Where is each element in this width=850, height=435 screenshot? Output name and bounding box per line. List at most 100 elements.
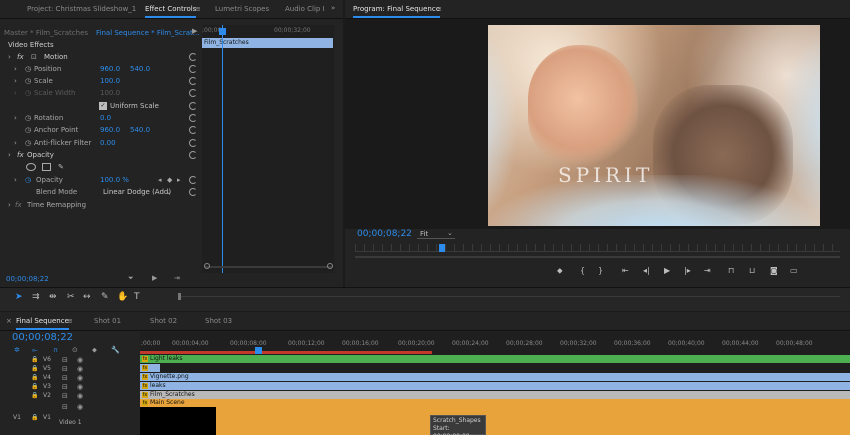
track-v5-label[interactable]: V5 [43, 365, 51, 372]
mark-out-icon[interactable]: } [598, 266, 603, 275]
sync-lock-icon[interactable]: ⊟ [62, 403, 68, 411]
snap-icon[interactable]: ∩ [53, 346, 58, 354]
reset-icon[interactable] [189, 126, 197, 134]
antiflicker-value[interactable]: 0.00 [100, 137, 116, 149]
rotation-row[interactable]: › ◷ Rotation 0.0 [0, 112, 200, 124]
lift-icon[interactable]: ⊓ [728, 266, 734, 275]
add-keyframe-icon[interactable]: ◆ [167, 174, 172, 186]
motion-row[interactable]: › fx ⊡ Motion [0, 51, 200, 63]
uniform-scale-checkbox[interactable]: ✓ [99, 102, 107, 110]
track-select-tool-icon[interactable]: ⇉ [32, 292, 40, 302]
monitor-scrollbar[interactable] [355, 256, 840, 258]
reset-icon[interactable] [189, 53, 197, 61]
insert-overwrite-icon[interactable]: ⟜ [32, 346, 38, 355]
go-to-out-icon[interactable]: ⇥ [704, 266, 711, 275]
position-y-value[interactable]: 540.0 [130, 63, 150, 75]
ec-scrollbar[interactable] [204, 266, 332, 268]
mini-playhead-handle[interactable] [219, 28, 226, 35]
selection-tool-icon[interactable]: ➤ [15, 292, 23, 302]
master-clip-label[interactable]: Master * Film_Scratches [4, 29, 88, 37]
program-timecode[interactable]: 00;00;08;22 [357, 229, 412, 239]
sequence-clip-label[interactable]: Final Sequence * Film_Scrat... [96, 29, 199, 37]
reset-icon[interactable] [189, 188, 197, 196]
reset-icon[interactable] [189, 77, 197, 85]
lock-icon[interactable]: 🔒 [31, 356, 38, 363]
video-frame[interactable]: SPIRIT [488, 25, 820, 226]
mark-in-icon[interactable]: { [580, 266, 585, 275]
lock-icon[interactable]: 🔒 [31, 365, 38, 372]
eye-icon[interactable]: ◉ [77, 374, 83, 382]
slip-tool-icon[interactable]: ↔ [83, 292, 91, 302]
reset-icon[interactable] [189, 176, 197, 184]
camera-icon[interactable]: ◙ [770, 266, 778, 275]
export-icon[interactable]: ⇥ [174, 274, 180, 282]
stopwatch-icon[interactable]: ◷ [25, 112, 31, 124]
opacity-row[interactable]: › ◷ Opacity 100.0 % ◂ ◆ ▸ [0, 174, 200, 186]
blend-mode-dropdown[interactable]: Linear Dodge (Add) [103, 186, 171, 198]
tools-scrubber[interactable] [180, 296, 840, 297]
razor-tool-icon[interactable]: ✂ [67, 292, 75, 302]
tab-effect-controls[interactable]: Effect Controls [145, 0, 197, 18]
next-keyframe-icon[interactable]: ▸ [177, 174, 181, 186]
reset-icon[interactable] [189, 114, 197, 122]
clip-v1-black[interactable] [140, 407, 216, 435]
blend-mode-row[interactable]: Blend Mode Linear Dodge (Add) ⌄ [0, 186, 200, 198]
opacity-value[interactable]: 100.0 % [100, 174, 129, 186]
timeline-playhead-handle[interactable] [255, 347, 262, 354]
chevron-down-icon[interactable]: ⌄ [447, 229, 453, 237]
position-row[interactable]: › ◷ Position 960.0 540.0 [0, 63, 200, 75]
scale-row[interactable]: › ◷ Scale 100.0 [0, 75, 200, 87]
mini-playhead[interactable] [222, 25, 223, 273]
clip-vignette[interactable]: fx Vignette.png [140, 373, 850, 381]
position-x-value[interactable]: 960.0 [100, 63, 120, 75]
rectangle-mask-icon[interactable] [42, 163, 51, 171]
clip-film-scratches[interactable]: fx Film_Scratches [140, 391, 850, 399]
monitor-playhead[interactable] [439, 244, 445, 252]
sync-lock-icon[interactable]: ⊟ [62, 392, 68, 400]
sync-lock-icon[interactable]: ⊟ [62, 365, 68, 373]
tab-audio-clip[interactable]: Audio Clip I [285, 0, 325, 18]
add-marker-icon[interactable]: ⬥ [557, 266, 563, 276]
clip-main-scene[interactable]: fx Main Scene [140, 399, 216, 407]
extract-icon[interactable]: ⊔ [749, 266, 755, 275]
pen-tool-icon[interactable]: ✎ [101, 292, 109, 302]
tab-shot-03[interactable]: Shot 03 [205, 312, 232, 330]
eye-icon[interactable]: ◉ [77, 403, 83, 411]
zoom-dropdown[interactable]: Fit ⌄ [417, 229, 455, 239]
type-tool-icon[interactable]: T [134, 292, 140, 302]
sync-lock-icon[interactable]: ⊟ [62, 356, 68, 364]
pen-mask-icon[interactable]: ✎ [58, 161, 64, 173]
tab-program[interactable]: Program: Final Sequence [353, 0, 441, 18]
eye-icon[interactable]: ◉ [77, 356, 83, 364]
stopwatch-icon[interactable]: ◷ [25, 63, 31, 75]
reset-icon[interactable] [189, 139, 197, 147]
scale-value[interactable]: 100.0 [100, 75, 120, 87]
stopwatch-active-icon[interactable]: ◷ [25, 174, 31, 186]
panel-menu-icon[interactable]: ≡ [436, 5, 442, 13]
tab-lumetri-scopes[interactable]: Lumetri Scopes [215, 0, 269, 18]
go-to-in-icon[interactable]: ⇤ [622, 266, 629, 275]
rotation-value[interactable]: 0.0 [100, 112, 111, 124]
add-marker-icon[interactable]: ⬥ [92, 346, 97, 355]
anchor-y-value[interactable]: 540.0 [130, 124, 150, 136]
ellipse-mask-icon[interactable] [26, 163, 36, 171]
sync-lock-icon[interactable]: ⊟ [62, 374, 68, 382]
tab-project[interactable]: Project: Christmas Slideshow_1 [27, 0, 136, 18]
track-v3-label[interactable]: V3 [43, 383, 51, 390]
compare-view-icon[interactable]: ▭ [790, 266, 798, 275]
settings-wrench-icon[interactable]: 🔧 [111, 346, 120, 354]
track-v6-label[interactable]: V6 [43, 356, 51, 363]
sync-lock-icon[interactable]: ⊟ [62, 383, 68, 391]
lock-icon[interactable]: 🔒 [31, 383, 38, 390]
more-tabs-icon[interactable]: » [331, 4, 335, 12]
anchor-x-value[interactable]: 960.0 [100, 124, 120, 136]
clip-light-leaks[interactable]: fx Light leaks [140, 355, 850, 363]
clip-leaks[interactable]: fx leaks [140, 382, 850, 390]
play-icon[interactable]: ▶ [152, 274, 157, 282]
step-back-icon[interactable]: ◂| [643, 266, 650, 275]
track-v2-label[interactable]: V2 [43, 392, 51, 399]
stopwatch-icon[interactable]: ◷ [25, 75, 31, 87]
ec-scroll-handle-right[interactable] [327, 263, 333, 269]
track-v1-label[interactable]: V1 [43, 414, 51, 421]
clip-v5[interactable]: fx [140, 364, 160, 372]
